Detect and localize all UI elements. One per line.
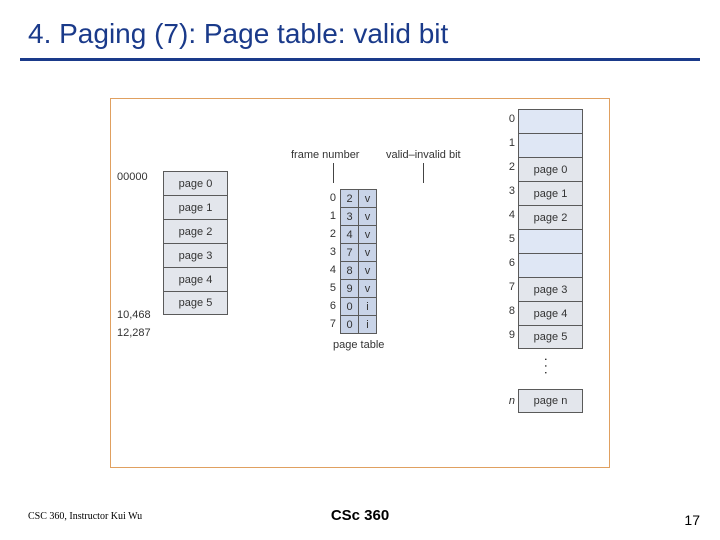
diagram-frame: 00000 10,468 12,287 page 0 page 1 page 2…: [110, 98, 610, 468]
pt-valid: v: [359, 262, 377, 280]
phys-index-n: n: [509, 395, 515, 407]
page-table: 0 1 2 3 4 5 6 7 2v 3v 4v 7v 8v 9v 0i 0i: [326, 189, 377, 334]
pt-valid: v: [359, 244, 377, 262]
phys-index: 4: [509, 209, 515, 221]
slide-title: 4. Paging (7): Page table: valid bit: [0, 0, 720, 58]
phys-frame: page 4: [518, 301, 583, 325]
label-pointer: [333, 163, 334, 183]
valid-bit-label: valid–invalid bit: [386, 149, 461, 161]
logical-addr-10468: 10,468: [117, 309, 151, 321]
phys-frame: [518, 229, 583, 253]
pt-index: 3: [326, 243, 340, 261]
pt-valid: v: [359, 190, 377, 208]
phys-index: 7: [509, 281, 515, 293]
phys-frame: page 5: [518, 325, 583, 349]
pt-valid: v: [359, 208, 377, 226]
phys-index: 5: [509, 233, 515, 245]
phys-index: 3: [509, 185, 515, 197]
pt-index: 5: [326, 279, 340, 297]
logical-page: page 5: [163, 291, 228, 315]
logical-page: page 0: [163, 171, 228, 195]
phys-index: 1: [509, 137, 515, 149]
phys-index: 0: [509, 113, 515, 125]
pt-index: 1: [326, 207, 340, 225]
logical-addr-12287: 12,287: [117, 327, 151, 339]
physical-frames: page 0 page 1 page 2 page 3 page 4 page …: [518, 109, 583, 349]
phys-index: 9: [509, 329, 515, 341]
pt-index: 6: [326, 297, 340, 315]
phys-frame: [518, 109, 583, 133]
paging-diagram: 00000 10,468 12,287 page 0 page 1 page 2…: [111, 99, 609, 467]
title-underline: [20, 58, 700, 61]
label-pointer: [423, 163, 424, 183]
logical-page: page 3: [163, 243, 228, 267]
phys-index: 6: [509, 257, 515, 269]
ellipsis-icon: ···: [539, 357, 555, 377]
phys-frame: [518, 253, 583, 277]
pt-frame: 9: [341, 280, 359, 298]
pt-valid: i: [359, 316, 377, 334]
page-table-grid: 2v 3v 4v 7v 8v 9v 0i 0i: [340, 189, 377, 334]
pt-frame: 4: [341, 226, 359, 244]
pt-index: 7: [326, 315, 340, 333]
pt-frame: 2: [341, 190, 359, 208]
logical-page: page 2: [163, 219, 228, 243]
logical-pages: page 0 page 1 page 2 page 3 page 4 page …: [163, 171, 228, 315]
phys-frame: page 2: [518, 205, 583, 229]
pt-index: 2: [326, 225, 340, 243]
phys-index: 2: [509, 161, 515, 173]
pt-valid: i: [359, 298, 377, 316]
pt-frame: 0: [341, 298, 359, 316]
phys-index: 8: [509, 305, 515, 317]
pt-frame: 0: [341, 316, 359, 334]
phys-frame: page 3: [518, 277, 583, 301]
pt-index: 4: [326, 261, 340, 279]
pt-frame: 7: [341, 244, 359, 262]
logical-addr-start: 00000: [117, 171, 148, 183]
pt-valid: v: [359, 226, 377, 244]
frame-number-label: frame number: [291, 149, 359, 161]
phys-frame-n: page n: [518, 389, 583, 413]
pt-frame: 8: [341, 262, 359, 280]
logical-page: page 1: [163, 195, 228, 219]
phys-frame: [518, 133, 583, 157]
slide-number: 17: [684, 512, 700, 528]
pt-frame: 3: [341, 208, 359, 226]
footer-course: CSc 360: [0, 507, 720, 524]
page-table-index-col: 0 1 2 3 4 5 6 7: [326, 189, 340, 334]
pt-valid: v: [359, 280, 377, 298]
page-table-caption: page table: [333, 339, 384, 351]
logical-page: page 4: [163, 267, 228, 291]
pt-index: 0: [326, 189, 340, 207]
phys-frame: page 1: [518, 181, 583, 205]
phys-frame: page 0: [518, 157, 583, 181]
